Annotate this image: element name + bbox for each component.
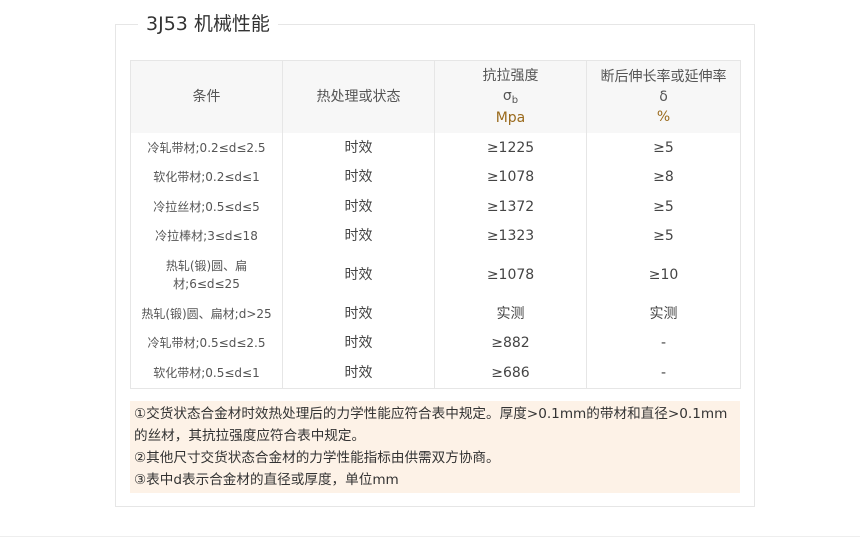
table-row: 热轧(锻)圆、扁 材;6≤d≤25 时效 ≥1078 ≥10 bbox=[131, 251, 741, 299]
table-row: 软化带材;0.2≤d≤1 时效 ≥1078 ≥8 bbox=[131, 162, 741, 192]
cell-condition-line: 热轧(锻)圆、扁 bbox=[165, 259, 248, 273]
tensile-strength-unit: Mpa bbox=[495, 110, 526, 126]
cell-treatment: 时效 bbox=[282, 133, 435, 163]
note-item: ③表中d表示合金材的直径或厚度，单位mm bbox=[134, 472, 399, 488]
table-row: 冷轧带材;0.5≤d≤2.5 时效 ≥882 - bbox=[131, 328, 741, 358]
tensile-strength-label: 抗拉强度 bbox=[482, 68, 539, 84]
cell-treatment: 时效 bbox=[282, 221, 435, 251]
cell-treatment: 时效 bbox=[282, 299, 435, 329]
cell-condition: 冷轧带材;0.5≤d≤2.5 bbox=[147, 336, 266, 351]
cell-elongation: - bbox=[586, 358, 741, 388]
cell-elongation: ≥10 bbox=[586, 251, 741, 299]
header-elongation: 断后伸长率或延伸率 δ % bbox=[586, 60, 741, 133]
bottom-divider bbox=[0, 536, 860, 537]
cell-condition: 软化带材;0.2≤d≤1 bbox=[153, 170, 260, 185]
mechanical-properties-table: 条件 热处理或状态 抗拉强度 σb Mpa 断后伸长率或延伸率 δ % 冷轧带材… bbox=[130, 60, 741, 389]
cell-elongation: ≥5 bbox=[586, 133, 741, 163]
table-row: 软化带材;0.5≤d≤1 时效 ≥686 - bbox=[131, 358, 741, 388]
cell-strength: 实测 bbox=[434, 299, 587, 329]
cell-condition: 软化带材;0.5≤d≤1 bbox=[153, 365, 260, 380]
table-row: 热轧(锻)圆、扁材;d>25 时效 实测 实测 bbox=[131, 299, 741, 329]
cell-treatment: 时效 bbox=[282, 162, 435, 192]
cell-condition: 冷拉棒材;3≤d≤18 bbox=[155, 229, 258, 244]
cell-strength: ≥1078 bbox=[434, 162, 587, 192]
cell-treatment: 时效 bbox=[282, 328, 435, 358]
elongation-symbol: δ bbox=[659, 89, 668, 105]
cell-elongation: - bbox=[586, 328, 741, 358]
header-tensile-strength: 抗拉强度 σb Mpa bbox=[434, 60, 587, 133]
cell-elongation: ≥8 bbox=[586, 162, 741, 192]
table-row: 冷拉丝材;0.5≤d≤5 时效 ≥1372 ≥5 bbox=[131, 192, 741, 222]
cell-condition: 冷拉丝材;0.5≤d≤5 bbox=[153, 199, 260, 214]
cell-strength: ≥686 bbox=[434, 358, 587, 388]
cell-condition: 热轧(锻)圆、扁材;d>25 bbox=[141, 306, 272, 321]
cell-condition: 冷轧带材;0.2≤d≤2.5 bbox=[147, 140, 266, 155]
cell-elongation: ≥5 bbox=[586, 192, 741, 222]
cell-treatment: 时效 bbox=[282, 358, 435, 388]
note-item: ①交货状态合金材时效热处理后的力学性能应符合表中规定。厚度>0.1mm的带材和直… bbox=[134, 406, 728, 444]
table-header-row: 条件 热处理或状态 抗拉强度 σb Mpa 断后伸长率或延伸率 δ % bbox=[130, 60, 741, 133]
table-row: 冷拉棒材;3≤d≤18 时效 ≥1323 ≥5 bbox=[131, 221, 741, 251]
note-item: ②其他尺寸交货状态合金材的力学性能指标由供需双方协商。 bbox=[134, 450, 500, 466]
cell-treatment: 时效 bbox=[282, 192, 435, 222]
header-treatment: 热处理或状态 bbox=[282, 60, 435, 133]
elongation-label: 断后伸长率或延伸率 bbox=[600, 69, 727, 85]
section-title: 3J53 机械性能 bbox=[138, 9, 278, 39]
cell-treatment: 时效 bbox=[282, 251, 435, 299]
notes-box: ①交货状态合金材时效热处理后的力学性能应符合表中规定。厚度>0.1mm的带材和直… bbox=[130, 401, 740, 493]
cell-elongation: ≥5 bbox=[586, 221, 741, 251]
cell-strength: ≥1225 bbox=[434, 133, 587, 163]
cell-strength: ≥1372 bbox=[434, 192, 587, 222]
tensile-strength-symbol: σb bbox=[502, 88, 519, 106]
cell-strength: ≥882 bbox=[434, 328, 587, 358]
cell-elongation: 实测 bbox=[586, 299, 741, 329]
elongation-unit: % bbox=[656, 109, 671, 125]
table-row: 冷轧带材;0.2≤d≤2.5 时效 ≥1225 ≥5 bbox=[131, 133, 741, 163]
cell-condition-line: 材;6≤d≤25 bbox=[173, 277, 240, 291]
cell-strength: ≥1078 bbox=[434, 251, 587, 299]
header-condition: 条件 bbox=[130, 60, 283, 133]
cell-condition: 热轧(锻)圆、扁 材;6≤d≤25 bbox=[131, 251, 283, 299]
cell-strength: ≥1323 bbox=[434, 221, 587, 251]
